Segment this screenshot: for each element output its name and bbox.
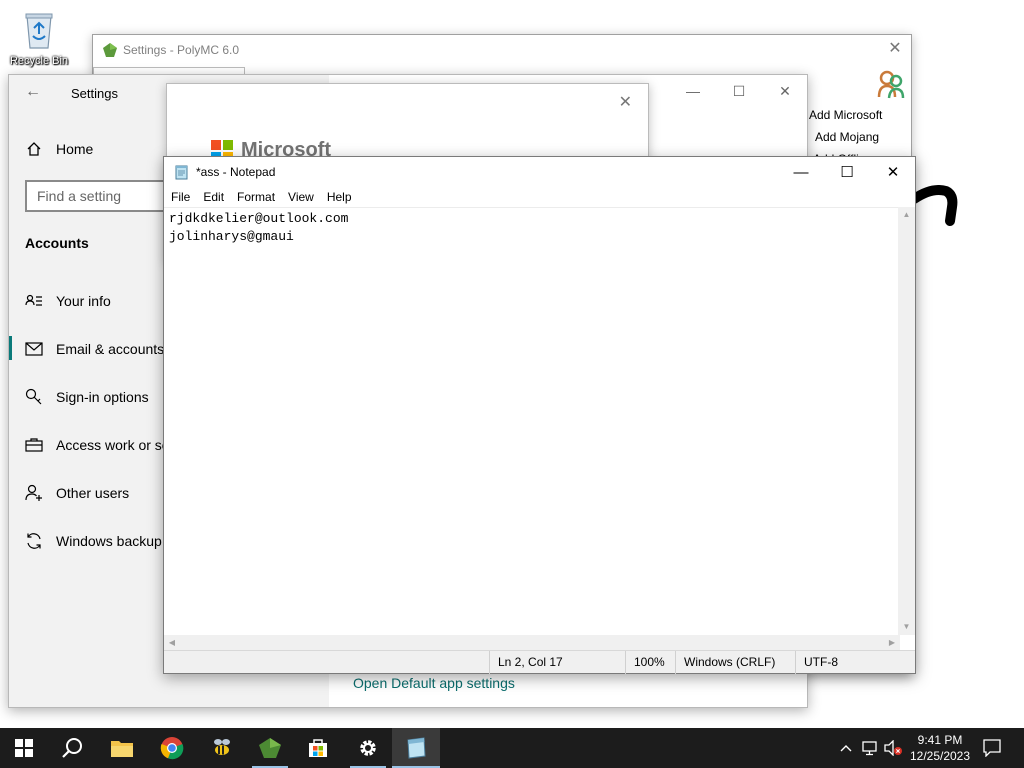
sync-icon [25,532,43,550]
settings-close-button[interactable]: ✕ [775,83,795,100]
chrome-icon [160,737,184,760]
recycle-bin-icon [25,13,53,49]
chrome-button[interactable] [148,728,196,768]
bee-icon [214,739,230,755]
notifications-button[interactable] [980,728,1004,768]
nav-other-users[interactable]: Other users [25,484,129,502]
menu-file[interactable]: File [171,190,190,204]
folder-icon [111,741,133,757]
mail-icon [25,340,43,358]
gear-icon [360,740,376,756]
nav-email-accounts-label: Email & accounts [56,341,165,357]
status-encoding: UTF-8 [795,651,899,674]
search-icon [62,738,82,758]
recycle-bin-desktop-icon[interactable]: Recycle Bin [6,8,72,67]
settings-title: Settings [71,86,118,101]
nav-windows-backup-label: Windows backup [56,533,162,549]
start-button[interactable] [0,728,48,768]
notepad-taskbar-button[interactable] [392,728,440,768]
clock-time: 9:41 PM [917,733,963,747]
status-zoom: 100% [625,651,675,674]
network-button[interactable] [858,728,882,768]
notepad-close-button[interactable]: ✕ [870,161,916,183]
scroll-up-arrow-icon[interactable]: ▲ [898,207,915,223]
nav-sign-in-options[interactable]: Sign-in options [25,388,149,406]
scroll-down-arrow-icon[interactable]: ▼ [898,619,915,635]
scroll-left-arrow-icon[interactable]: ◀ [164,635,180,651]
open-default-app-settings-link[interactable]: Open Default app settings [353,675,515,691]
recycle-bin-label: Recycle Bin [9,55,69,67]
notepad-icon [175,165,188,180]
accounts-icon [877,70,905,99]
network-icon [862,741,877,756]
text-line: jolinharys@gmaui [169,229,294,244]
notification-icon [983,739,1001,757]
add-microsoft-button[interactable]: Add Microsoft [809,108,882,122]
volume-muted-icon [884,740,902,756]
microsoft-store-button[interactable] [294,728,342,768]
person-card-icon [25,292,43,310]
polymc-close-button[interactable]: ✕ [887,41,903,57]
notepad-minimize-button[interactable]: — [778,161,824,183]
nav-home-label: Home [56,141,94,157]
bee-app-button[interactable] [198,728,246,768]
status-line-ending: Windows (CRLF) [675,651,795,674]
notepad-icon [407,737,426,759]
volume-button[interactable] [882,728,904,768]
back-arrow-icon[interactable]: ← [25,83,41,101]
scroll-right-arrow-icon[interactable]: ▶ [884,635,900,651]
nav-other-users-label: Other users [56,485,130,501]
menu-edit[interactable]: Edit [203,190,224,204]
notepad-window: *ass - Notepad — ☐ ✕ File Edit Format Vi… [163,156,916,674]
polymc-taskbar-button[interactable] [246,728,294,768]
notepad-text-area[interactable]: rjdkdkelier@outlook.com jolinharys@gmaui [164,207,900,635]
nav-your-info-label: Your info [56,293,111,309]
settings-minimize-button[interactable]: — [683,83,703,99]
notepad-menubar: File Edit Format View Help [164,187,915,207]
nav-home[interactable]: Home [25,140,93,158]
polymc-titlebar: Settings - PolyMC 6.0 [93,35,911,65]
store-icon [309,739,327,757]
briefcase-icon [25,436,43,454]
nav-windows-backup[interactable]: Windows backup [25,532,162,550]
settings-maximize-button[interactable]: ☐ [729,83,749,100]
search-button[interactable] [48,728,96,768]
notepad-vertical-scrollbar[interactable]: ▲ ▼ [898,207,915,635]
ms-dialog-close-button[interactable]: ✕ [619,92,632,112]
windows-logo-icon [15,739,33,757]
polymc-title: Settings - PolyMC 6.0 [123,43,240,57]
black-scribble [912,185,958,226]
notepad-title: *ass - Notepad [196,165,276,179]
notepad-statusbar: Ln 2, Col 17 100% Windows (CRLF) UTF-8 [164,650,915,674]
accounts-heading: Accounts [25,235,89,251]
notepad-horizontal-scrollbar[interactable]: ◀ ▶ [164,635,900,651]
home-icon [25,140,43,158]
text-line: rjdkdkelier@outlook.com [169,211,349,226]
nav-email-accounts[interactable]: Email & accounts [8,336,165,360]
polymc-icon [259,738,281,758]
file-explorer-button[interactable] [98,728,146,768]
settings-taskbar-button[interactable] [344,728,392,768]
nav-your-info[interactable]: Your info [25,292,111,310]
taskbar: 9:41 PM 12/25/2023 [0,728,1024,768]
search-placeholder: Find a setting [37,188,122,204]
person-add-icon [25,484,43,502]
chevron-up-icon [840,745,852,752]
status-cursor-position: Ln 2, Col 17 [489,651,621,674]
show-hidden-icons-button[interactable] [836,728,856,768]
menu-help[interactable]: Help [327,190,352,204]
clock-date: 12/25/2023 [909,749,971,763]
key-icon [25,388,43,406]
menu-format[interactable]: Format [237,190,275,204]
polymc-logo-icon [103,43,117,57]
nav-sign-in-options-label: Sign-in options [56,389,149,405]
add-mojang-button[interactable]: Add Mojang [815,130,879,144]
notepad-maximize-button[interactable]: ☐ [824,161,870,183]
menu-view[interactable]: View [288,190,314,204]
clock[interactable]: 9:41 PM 12/25/2023 [904,732,976,764]
